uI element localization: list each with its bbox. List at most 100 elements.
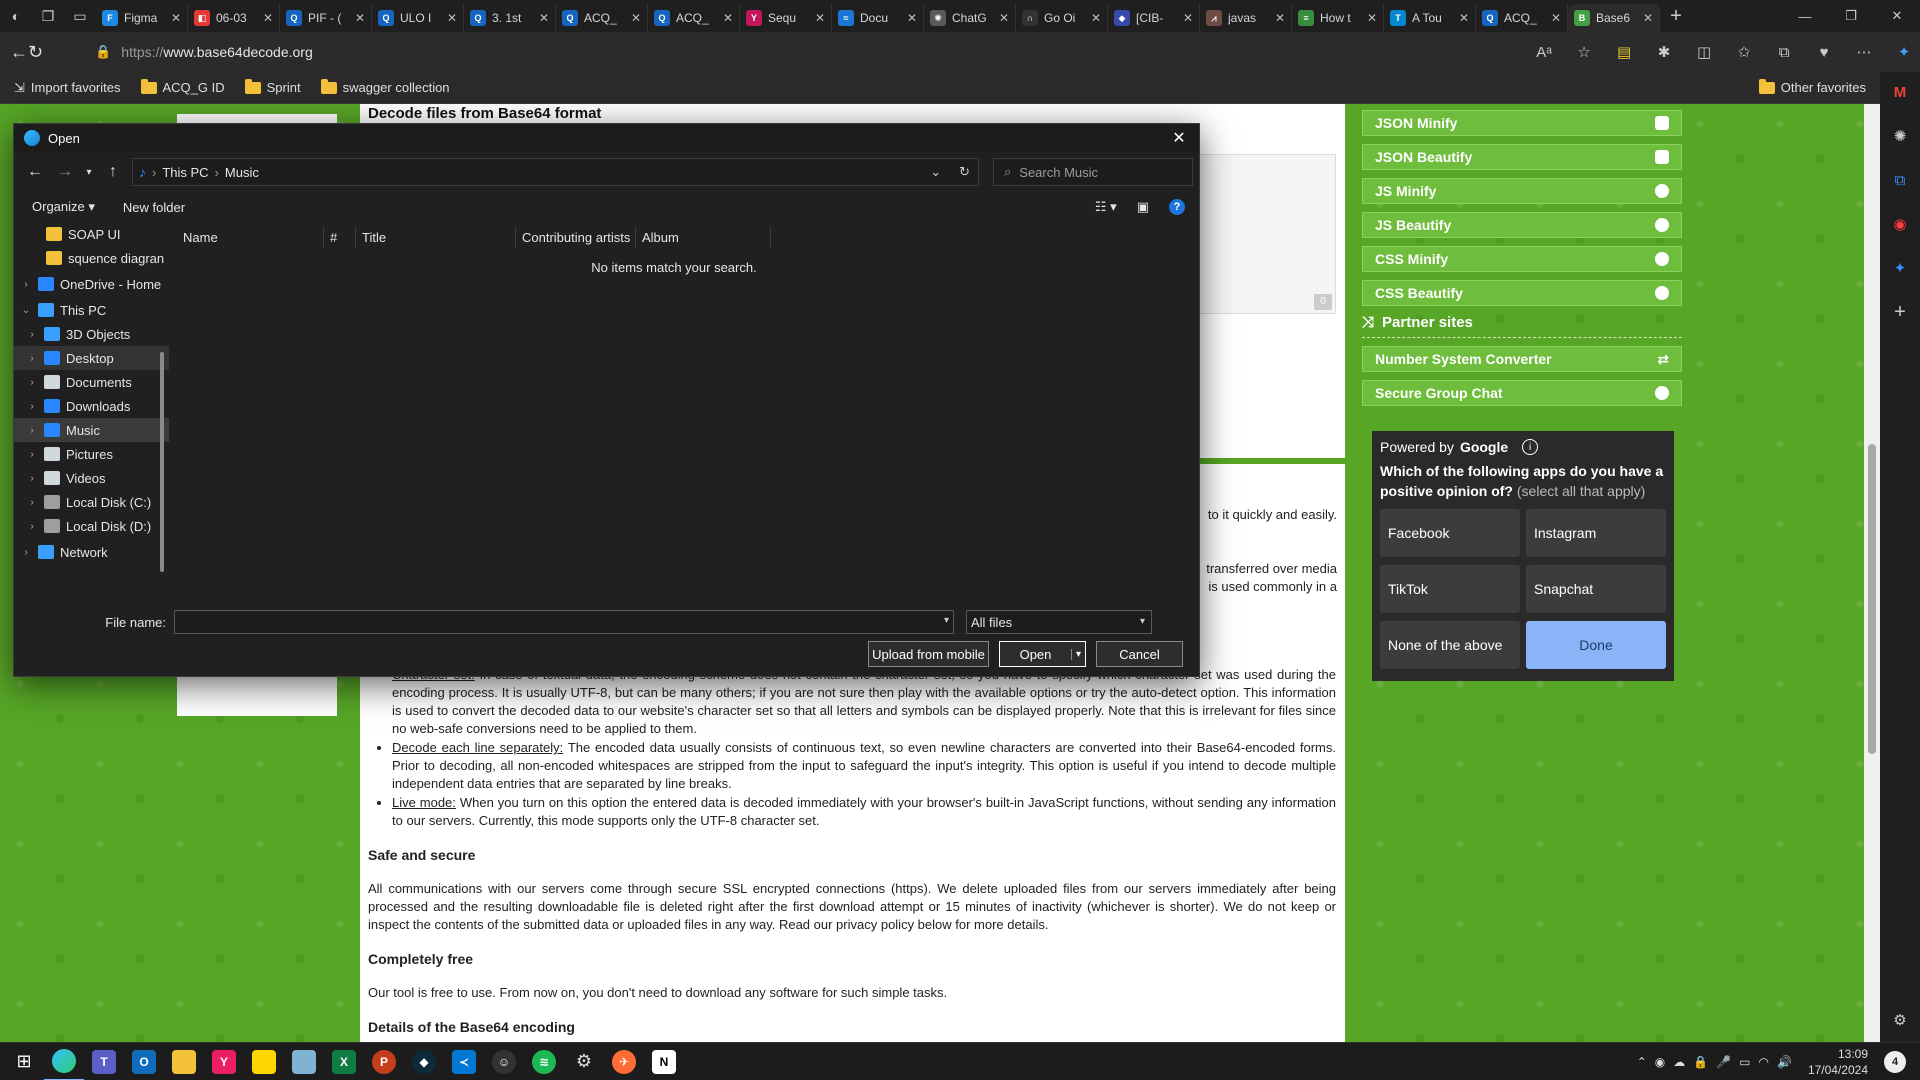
browser-tab[interactable]: Q ACQ_ ✕ (648, 4, 740, 32)
notification-badge[interactable]: 4 (1884, 1050, 1906, 1073)
teams-taskbar-icon[interactable]: T (84, 1043, 124, 1080)
nav-tree-item[interactable]: squence diagran (14, 246, 169, 270)
tab-actions-icon[interactable]: ▭ (64, 0, 96, 32)
file-name-input[interactable]: ▾ (174, 610, 954, 634)
favorites-icon[interactable]: ✩ (1727, 37, 1761, 67)
browser-tab[interactable]: ✺ ChatG ✕ (924, 4, 1016, 32)
nav-scrollbar[interactable] (157, 222, 167, 596)
nav-tree-item[interactable]: › Downloads (14, 394, 169, 418)
chevron-right-icon[interactable]: › (26, 425, 38, 436)
profile-icon[interactable]: ◐ (0, 0, 32, 32)
settings-icon[interactable]: ⚙ (1888, 1008, 1912, 1032)
translate-icon[interactable]: ⧉ (1888, 168, 1912, 192)
nav-tree-item[interactable]: › Network (14, 540, 169, 564)
nav-tree-item[interactable]: › Desktop (14, 346, 169, 370)
browser-tab[interactable]: Y Sequ ✕ (740, 4, 832, 32)
split-screen-icon[interactable]: ◫ (1687, 37, 1721, 67)
sticky-notes-taskbar-icon[interactable] (244, 1043, 284, 1080)
chatgpt-icon[interactable]: ✺ (1888, 124, 1912, 148)
browser-tab[interactable]: B Base6 ✕ (1568, 4, 1660, 32)
powerpoint-taskbar-icon[interactable]: P (364, 1043, 404, 1080)
minimize-icon[interactable]: — (1782, 0, 1828, 32)
nav-tree-item[interactable]: › Videos (14, 466, 169, 490)
tab-close-icon[interactable]: ✕ (1183, 11, 1193, 25)
dialog-close-icon[interactable]: ✕ (1159, 128, 1199, 148)
refresh-icon[interactable]: ↻ (959, 164, 970, 180)
read-aloud-icon[interactable]: Aᵃ (1527, 37, 1561, 67)
nav-tree-item[interactable]: › 3D Objects (14, 322, 169, 346)
tab-close-icon[interactable]: ✕ (1275, 11, 1285, 25)
sidebar-tool-link[interactable]: JS Beautify (1362, 212, 1682, 238)
tab-close-icon[interactable]: ✕ (815, 11, 825, 25)
browser-tab[interactable]: ≡ How t ✕ (1292, 4, 1384, 32)
fav-other[interactable]: Other favorites (1749, 75, 1876, 101)
start-icon[interactable]: ⊞ (4, 1043, 44, 1080)
tab-close-icon[interactable]: ✕ (1459, 11, 1469, 25)
chevron-right-icon[interactable]: › (26, 449, 38, 460)
notion-taskbar-icon[interactable]: N (644, 1043, 684, 1080)
yarn-taskbar-icon[interactable]: Y (204, 1043, 244, 1080)
favorite-star-icon[interactable]: ☆ (1567, 37, 1601, 67)
tab-close-icon[interactable]: ✕ (539, 11, 549, 25)
chevron-right-icon[interactable]: › (26, 377, 38, 388)
battery-icon[interactable]: ▭ (1739, 1055, 1750, 1069)
browser-tab[interactable]: F Figma ✕ (96, 4, 188, 32)
fav-folder-swagger[interactable]: swagger collection (311, 75, 460, 101)
outlook-taskbar-icon[interactable]: O (124, 1043, 164, 1080)
tab-close-icon[interactable]: ✕ (907, 11, 917, 25)
add-icon[interactable]: + (1888, 300, 1912, 324)
tab-close-icon[interactable]: ✕ (1643, 11, 1653, 25)
chevron-up-icon[interactable]: ⌃ (1637, 1055, 1647, 1069)
import-favorites[interactable]: ⇲ Import favorites (4, 75, 131, 101)
column-artists[interactable]: Contributing artists (516, 226, 636, 248)
tab-close-icon[interactable]: ✕ (447, 11, 457, 25)
gmail-icon[interactable]: M (1888, 80, 1912, 104)
sidebar-tool-link[interactable]: CSS Beautify (1362, 280, 1682, 306)
recent-locations-icon[interactable]: ▾ (84, 167, 94, 178)
nav-tree-item[interactable]: ⌄ This PC (14, 298, 169, 322)
media-icon[interactable]: ◉ (1888, 212, 1912, 236)
sidebar-tool-link[interactable]: Number System Converter ⇄ (1362, 346, 1682, 372)
file-type-select[interactable]: All files ▾ (966, 610, 1152, 634)
nav-tree-item[interactable]: › Pictures (14, 442, 169, 466)
breadcrumb-item[interactable]: This PC (162, 165, 208, 180)
volume-icon[interactable]: 🔊 (1777, 1055, 1792, 1069)
chevron-down-icon[interactable]: ⌄ (20, 305, 32, 316)
restore-icon[interactable]: ❐ (1828, 0, 1874, 32)
address-bar[interactable]: 🔒 https://www.base64decode.org (87, 37, 1528, 67)
browser-tab[interactable]: T A Tou ✕ (1384, 4, 1476, 32)
settings-taskbar-icon[interactable]: ⚙ (564, 1043, 604, 1080)
notepad-taskbar-icon[interactable] (284, 1043, 324, 1080)
tab-close-icon[interactable]: ✕ (999, 11, 1009, 25)
tab-close-icon[interactable]: ✕ (723, 11, 733, 25)
column-number[interactable]: # (324, 226, 356, 248)
preview-pane-icon[interactable]: ▣ (1137, 199, 1149, 215)
chevron-right-icon[interactable]: › (26, 329, 38, 340)
chevron-right-icon[interactable]: › (26, 497, 38, 508)
chevron-down-icon[interactable]: ▾ (944, 615, 949, 626)
nav-tree-item[interactable]: › Music (14, 418, 169, 442)
onedrive-tray-icon[interactable]: ☁ (1673, 1055, 1685, 1069)
view-options-icon[interactable]: ☷ ▾ (1095, 199, 1117, 215)
path-breadcrumb[interactable]: ♪ › This PC › Music ⌄ ↻ (132, 158, 979, 186)
up-folder-icon[interactable]: ↑ (102, 163, 124, 181)
chevron-right-icon[interactable]: › (20, 547, 32, 558)
tab-close-icon[interactable]: ✕ (355, 11, 365, 25)
scrollbar-thumb[interactable] (160, 352, 164, 572)
vscode-taskbar-icon[interactable]: ≺ (444, 1043, 484, 1080)
edge-taskbar-icon[interactable] (44, 1043, 84, 1080)
chevron-right-icon[interactable]: › (20, 279, 32, 290)
open-button[interactable]: Open ▾ (999, 641, 1086, 667)
help-icon[interactable]: ? (1169, 199, 1185, 215)
wifi-icon[interactable]: ◠ (1759, 1055, 1769, 1069)
file-explorer-taskbar-icon[interactable] (164, 1043, 204, 1080)
chevron-down-icon[interactable]: ▾ (1071, 648, 1085, 660)
column-name[interactable]: Name (169, 226, 324, 248)
back-icon[interactable]: ← (10, 34, 28, 70)
microphone-icon[interactable]: 🎤 (1716, 1055, 1731, 1069)
copilot-icon[interactable]: ✦ (1887, 37, 1920, 67)
browser-tab[interactable]: Q PIF - (✕ (280, 4, 372, 32)
cancel-button[interactable]: Cancel (1096, 641, 1183, 667)
breadcrumb-item[interactable]: Music (225, 165, 259, 180)
chrome-tray-icon[interactable]: ◉ (1655, 1055, 1665, 1069)
